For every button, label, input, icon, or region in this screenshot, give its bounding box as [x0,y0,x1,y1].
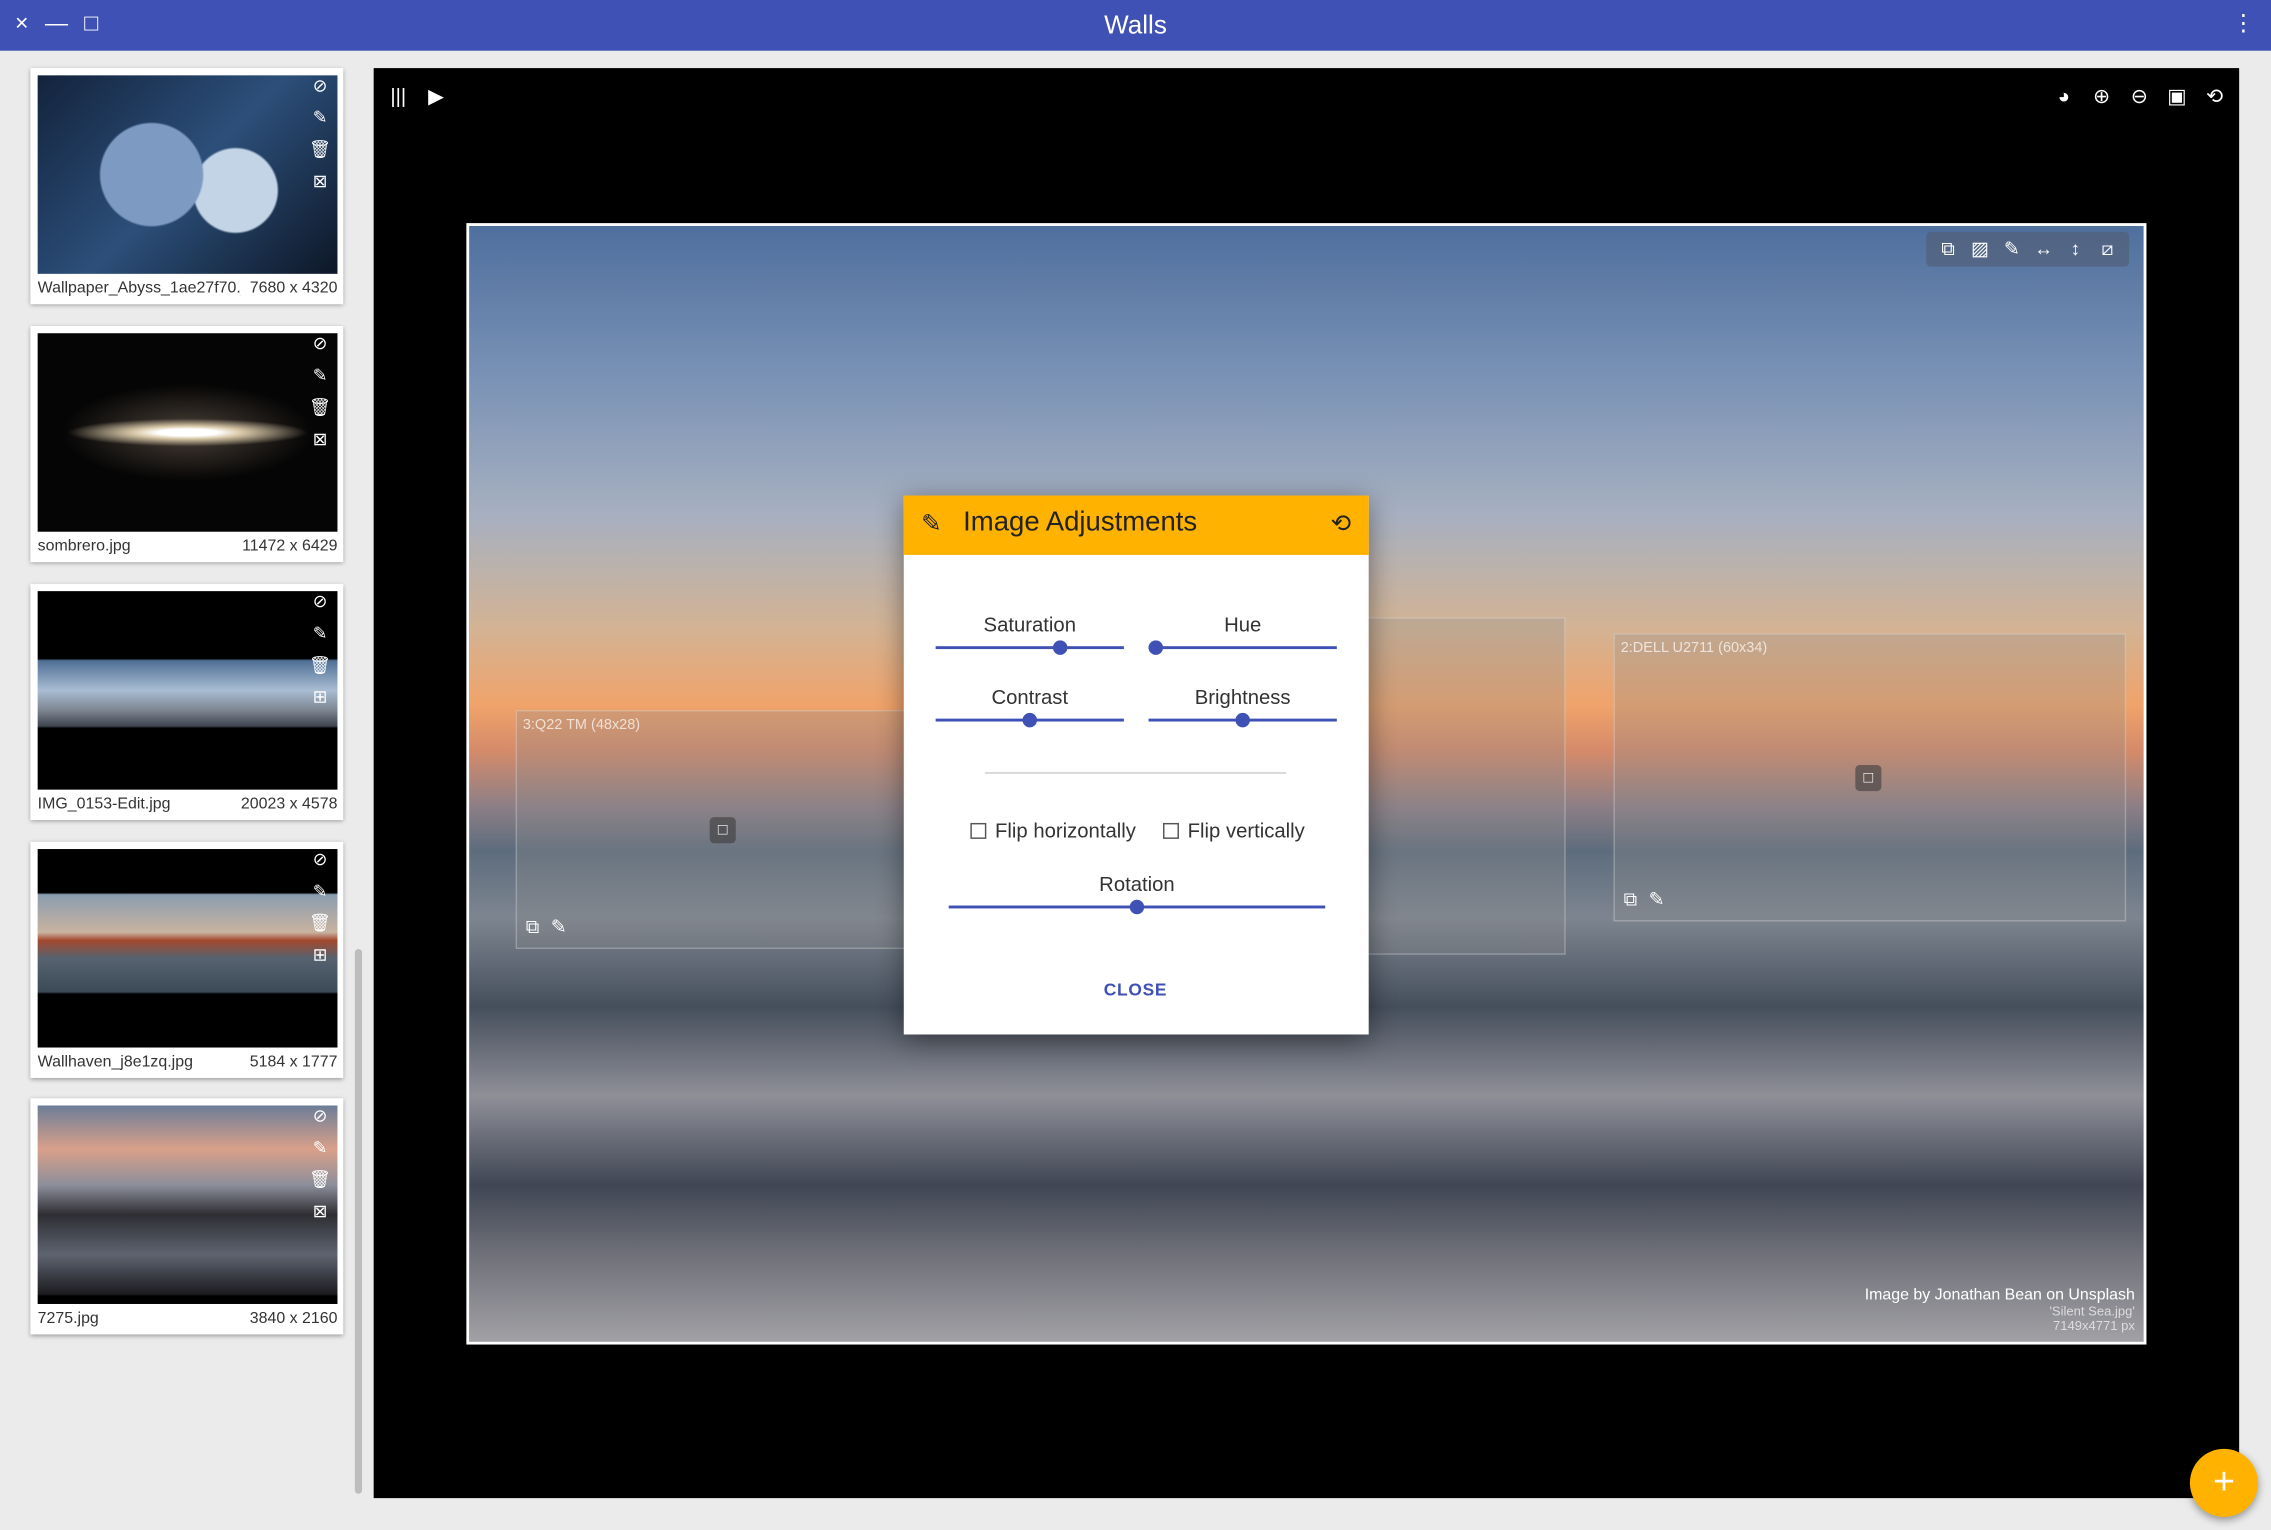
hide-image-icon[interactable]: ⊠ [308,1200,331,1223]
fit-width-icon[interactable]: ↔ [2031,235,2057,264]
file-name: IMG_0153-Edit.jpg [37,795,171,813]
columns-icon[interactable]: ||| [385,83,411,109]
credit-filename: 'Silent Sea.jpg' [2049,1303,2135,1319]
rotation-slider[interactable] [948,897,1326,917]
center-icon[interactable]: □ [1855,764,1882,792]
wallpaper-card[interactable]: ⊘ ✎ 🗑 ⊠ Wallpaper_Abyss_1ae27f70.j 7680 x… [30,68,344,305]
contrast-label: Contrast [991,685,1069,709]
dialog-header: ✎ Image Adjustments ⟲ [903,495,1369,555]
edit-icon[interactable]: ✎ [1999,235,2025,264]
credit-resolution: 7149x4771 px [2052,1318,2135,1333]
monitor-1[interactable] [1360,617,1566,955]
wallpaper-thumbnail[interactable] [37,75,338,274]
zoom-in-icon[interactable]: ⊕ [2089,83,2115,109]
delete-icon[interactable]: 🗑 [308,1168,331,1191]
file-name: Wallpaper_Abyss_1ae27f70.j [37,279,241,298]
image-icon[interactable]: ▨ [1967,235,1993,264]
delete-icon[interactable]: 🗑 [308,396,331,419]
rotation-label: Rotation [1099,872,1175,896]
wallpaper-card[interactable]: ⊘ ✎ 🗑 ⊞ IMG_0153-Edit.jpg 20023 x 4578 [30,583,344,821]
image-dimensions: 20023 x 4578 [240,795,338,813]
file-name: 7275.jpg [37,1309,99,1328]
monitor-3[interactable]: 3:Q22 TM (48x28) □ ⧉ ✎ [515,709,914,950]
brightness-label: Brightness [1194,685,1291,709]
hue-slider[interactable] [1148,637,1337,657]
edit-image-icon[interactable]: ✎ [308,106,331,129]
add-image-icon[interactable]: ⊞ [308,943,331,966]
add-image-icon[interactable]: ⊞ [308,685,331,708]
rotate-icon[interactable]: ⧄ [2094,235,2120,264]
reset-view-icon[interactable]: ⟲ [2201,83,2227,109]
wallpaper-toolbar: ⧉ ▨ ✎ ↔ ↕ ⧄ [1926,231,2130,267]
fit-screen-icon[interactable]: ▣ [2164,83,2190,109]
sidebar-scrollbar[interactable] [354,949,363,1494]
wallpaper-thumbnail[interactable] [37,333,338,532]
monitor-2[interactable]: 2:DELL U2711 (60x34) □ ⧉ ✎ [1613,633,2127,922]
set-wallpaper-icon[interactable]: ⊘ [308,590,331,613]
file-name: Wallhaven_j8e1zq.jpg [37,1053,193,1071]
edit-image-icon[interactable]: ✎ [308,879,331,902]
monitor-label: 3:Q22 TM (48x28) [522,717,641,734]
monitor-label: 2:DELL U2711 (60x34) [1620,640,1768,657]
copy-icon[interactable]: ⧉ [1624,888,1637,911]
image-dimensions: 7680 x 4320 [249,279,338,298]
center-icon[interactable]: □ [709,817,736,844]
saturation-slider[interactable] [935,637,1124,657]
wallpaper-thumbnail[interactable] [37,849,338,1048]
image-dimensions: 11472 x 6429 [242,537,338,555]
wallpaper-thumbnail[interactable] [37,1105,338,1304]
set-wallpaper-icon[interactable]: ⊘ [308,74,331,97]
checkbox-box[interactable] [970,822,987,839]
set-wallpaper-icon[interactable]: ⊘ [308,332,331,355]
image-credit: Image by Jonathan Bean on Unsplash 'Sile… [1865,1287,2135,1333]
flip-vertically-checkbox[interactable]: Flip vertically [1163,819,1305,842]
checkbox-box[interactable] [1163,822,1179,839]
more-menu-icon[interactable]: ⋮ [2230,12,2256,38]
fit-height-icon[interactable]: ↕ [2062,235,2088,264]
wallpaper-thumbnail[interactable] [37,591,338,790]
reset-adjustments-icon[interactable]: ⟲ [1331,510,1352,539]
app-title: Walls [1104,10,1167,40]
edit-image-icon[interactable]: ✎ [308,1136,331,1159]
edit-icon[interactable]: ✎ [1649,888,1665,911]
title-bar: × — □ Walls ⋮ [0,0,2271,51]
slideshow-icon[interactable]: ▶ [423,83,449,109]
edit-image-icon[interactable]: ✎ [308,622,331,645]
hide-image-icon[interactable]: ⊠ [308,427,331,450]
image-dimensions: 5184 x 1777 [249,1053,338,1071]
wallpaper-card[interactable]: ⊘ ✎ 🗑 ⊞ Wallhaven_j8e1zq.jpg 5184 x 1777 [30,841,344,1078]
image-dimensions: 3840 x 2160 [249,1309,338,1328]
palette-icon[interactable]: ◕ [2051,83,2077,109]
flip-vertically-label: Flip vertically [1187,818,1305,842]
wallpaper-card[interactable]: ⊘ ✎ 🗑 ⊠ sombrero.jpg 11472 x 6429 [30,325,344,563]
wallpaper-card[interactable]: ⊘ ✎ 🗑 ⊠ 7275.jpg 3840 x 2160 [30,1098,344,1335]
flip-horizontally-label: Flip horizontally [995,818,1136,842]
contrast-slider[interactable] [935,710,1124,730]
saturation-label: Saturation [983,612,1076,637]
close-button[interactable]: CLOSE [1092,979,1179,999]
file-name: sombrero.jpg [37,537,131,555]
hide-image-icon[interactable]: ⊠ [308,170,331,193]
set-wallpaper-icon[interactable]: ⊘ [308,848,331,871]
brightness-slider[interactable] [1148,710,1337,730]
copy-icon[interactable]: ⧉ [526,916,539,939]
dialog-title: Image Adjustments [963,507,1198,538]
zoom-out-icon[interactable]: ⊖ [2126,83,2152,109]
copy-icon[interactable]: ⧉ [1935,235,1961,264]
edit-icon: ✎ [921,509,942,538]
wallpaper-list: ⊘ ✎ 🗑 ⊠ Wallpaper_Abyss_1ae27f70.j 7680 x… [0,51,365,1530]
edit-image-icon[interactable]: ✎ [308,364,331,387]
delete-icon[interactable]: 🗑 [308,911,331,934]
add-wallpaper-button[interactable]: + [2189,1448,2258,1517]
hue-label: Hue [1224,612,1262,637]
credit-author: Image by Jonathan Bean on Unsplash [1864,1286,2135,1304]
divider [984,772,1287,774]
delete-icon[interactable]: 🗑 [308,138,331,161]
flip-horizontally-checkbox[interactable]: Flip horizontally [970,818,1136,842]
image-adjustments-dialog: ✎ Image Adjustments ⟲ Saturation Hue Con… [903,495,1369,1035]
set-wallpaper-icon[interactable]: ⊘ [308,1104,331,1127]
delete-icon[interactable]: 🗑 [308,653,331,676]
edit-icon[interactable]: ✎ [551,916,567,939]
